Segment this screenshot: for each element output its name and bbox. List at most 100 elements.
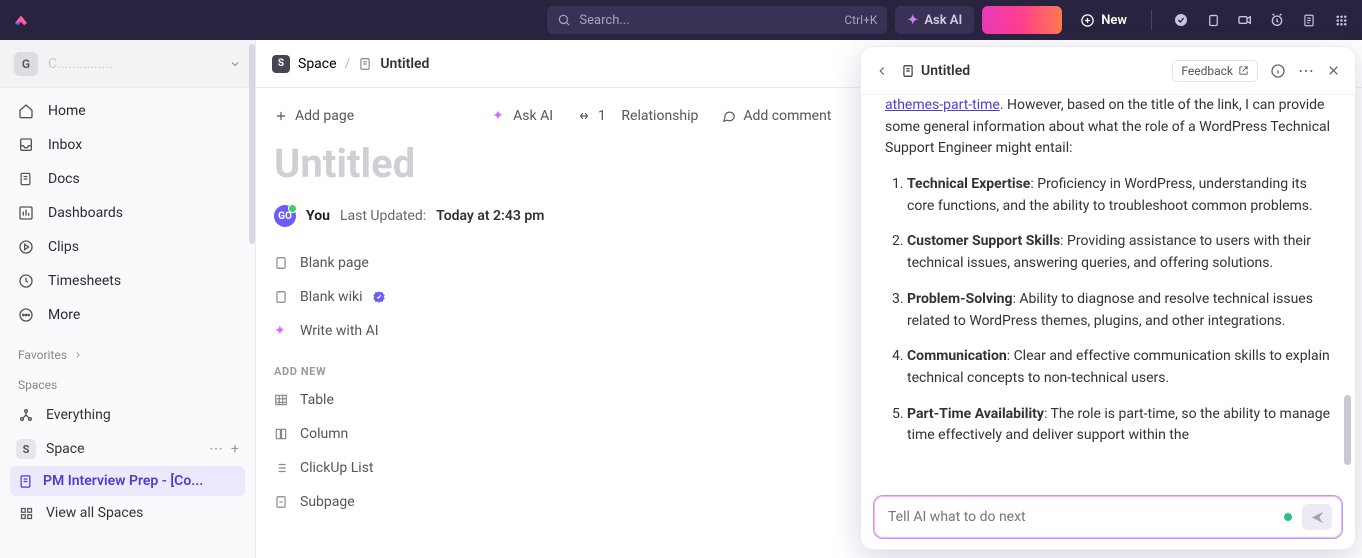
workspace-name: C............... [48, 56, 219, 72]
doc-icon [901, 64, 915, 78]
list-icon [274, 460, 290, 476]
crumb-sep: / [345, 56, 351, 72]
verified-badge-icon [372, 290, 386, 304]
link-icon [577, 109, 592, 124]
ask-ai-button[interactable]: ✦ Ask AI [895, 6, 974, 34]
back-icon[interactable] [875, 64, 889, 78]
plus-page-icon [274, 109, 289, 124]
nav-label: More [48, 307, 80, 323]
nav-label: Dashboards [48, 205, 123, 221]
sparkle-icon: ✦ [907, 13, 918, 28]
sparkle-icon: ✦ [492, 109, 507, 124]
doc-icon[interactable] [1300, 11, 1318, 29]
toolbar-ask-ai[interactable]: ✦Ask AI [492, 108, 553, 124]
send-button[interactable] [1302, 504, 1332, 530]
page-icon [274, 255, 290, 271]
sidebar-scrollbar[interactable] [249, 44, 255, 244]
toolbar-add-comment[interactable]: Add comment [722, 108, 831, 124]
info-icon[interactable] [1270, 63, 1286, 79]
clipboard-icon[interactable] [1204, 11, 1222, 29]
alarm-icon[interactable] [1268, 11, 1286, 29]
ai-panel-header: Untitled Feedback ⋯ [861, 47, 1355, 95]
global-search[interactable]: Search... Ctrl+K [547, 6, 887, 34]
ai-scrollbar[interactable] [1344, 395, 1351, 465]
page-icon [274, 289, 290, 305]
space-badge-icon: S [272, 55, 290, 73]
nav-label: Home [48, 103, 86, 119]
table-icon [274, 392, 290, 408]
crumb-title[interactable]: Untitled [380, 56, 429, 72]
nav-label: Docs [48, 171, 80, 187]
everything-label: Everything [46, 407, 111, 423]
nav-home[interactable]: Home [0, 94, 255, 128]
chevron-down-icon [229, 58, 241, 70]
nav-dashboards[interactable]: Dashboards [0, 196, 255, 230]
clickup-logo-icon[interactable] [12, 10, 32, 30]
search-shortcut: Ctrl+K [844, 13, 877, 27]
ai-text-input[interactable] [888, 509, 1274, 525]
more-horizontal-icon [18, 306, 36, 324]
more-dots-icon[interactable]: ⋯ [1298, 61, 1314, 80]
clock-icon [18, 272, 36, 290]
sparkle-icon: ✦ [274, 323, 290, 339]
home-icon [18, 102, 36, 120]
plus-circle-icon [1080, 13, 1095, 28]
nav-inbox[interactable]: Inbox [0, 128, 255, 162]
new-label: New [1101, 13, 1127, 28]
nav-label: Timesheets [48, 273, 121, 289]
ai-list-item: Customer Support Skills: Providing assis… [907, 231, 1335, 274]
workspace-avatar: G [14, 52, 38, 76]
doc-icon [358, 57, 372, 71]
nav-more[interactable]: More [0, 298, 255, 332]
toolbar-relationship[interactable]: 1 Relationship [577, 108, 698, 124]
ai-link[interactable]: athemes-part-time [885, 97, 1000, 113]
play-circle-icon [18, 238, 36, 256]
nav-label: Inbox [48, 137, 82, 153]
sidebar: G C............... Home Inbox Docs Dashb… [0, 40, 256, 558]
video-icon[interactable] [1236, 11, 1254, 29]
subpage-icon [274, 494, 290, 510]
search-placeholder: Search... [579, 13, 629, 28]
ai-input[interactable] [873, 495, 1343, 539]
favorites-section[interactable]: Favorites [0, 338, 255, 368]
nav-label: Clips [48, 239, 79, 255]
search-icon [557, 13, 571, 27]
ai-intro-text: athemes-part-time. However, based on the… [885, 95, 1335, 160]
comment-icon [722, 109, 737, 124]
nav-clips[interactable]: Clips [0, 230, 255, 264]
author-you: You [306, 208, 330, 224]
ai-list-item: Part-Time Availability: The role is part… [907, 404, 1335, 447]
space-label: Space [46, 441, 85, 457]
sidebar-doc-pm-interview[interactable]: PM Interview Prep - [Co... [10, 466, 245, 496]
workspace-switcher[interactable]: G C............... [0, 40, 255, 88]
sidebar-everything[interactable]: Everything [0, 398, 255, 432]
new-button[interactable]: New [1070, 6, 1137, 34]
ask-ai-label: Ask AI [924, 13, 962, 28]
close-icon[interactable] [1326, 63, 1341, 78]
ai-list-item: Communication: Clear and effective commu… [907, 346, 1335, 389]
add-page-button[interactable]: Add page [274, 108, 354, 124]
plus-icon[interactable]: + [231, 441, 239, 457]
status-dot-icon [1284, 513, 1292, 521]
main-area: S Space / Untitled Add page ✦Ask AI 1 Re… [256, 40, 1362, 558]
ai-list: Technical Expertise: Proficiency in Word… [885, 174, 1335, 447]
ai-list-item: Technical Expertise: Proficiency in Word… [907, 174, 1335, 217]
sidebar-view-all-spaces[interactable]: View all Spaces [0, 496, 255, 530]
ai-panel-body: athemes-part-time. However, based on the… [861, 95, 1355, 485]
nav-docs[interactable]: Docs [0, 162, 255, 196]
nav-timesheets[interactable]: Timesheets [0, 264, 255, 298]
feedback-button[interactable]: Feedback [1172, 60, 1258, 82]
ai-list-item: Problem-Solving: Ability to diagnose and… [907, 289, 1335, 332]
inbox-icon [18, 136, 36, 154]
apps-grid-icon[interactable] [1332, 11, 1350, 29]
check-circle-icon[interactable] [1172, 11, 1190, 29]
crumb-space[interactable]: Space [298, 56, 337, 72]
ai-gradient-pill[interactable] [982, 6, 1062, 34]
sidebar-space[interactable]: S Space ⋯ + [0, 432, 255, 466]
spaces-label: Spaces [18, 378, 57, 392]
pm-doc-label: PM Interview Prep - [Co... [43, 473, 203, 489]
topbar-divider [1151, 10, 1152, 30]
more-dots-icon[interactable]: ⋯ [209, 441, 223, 457]
docs-icon [18, 170, 36, 188]
dashboard-icon [18, 204, 36, 222]
